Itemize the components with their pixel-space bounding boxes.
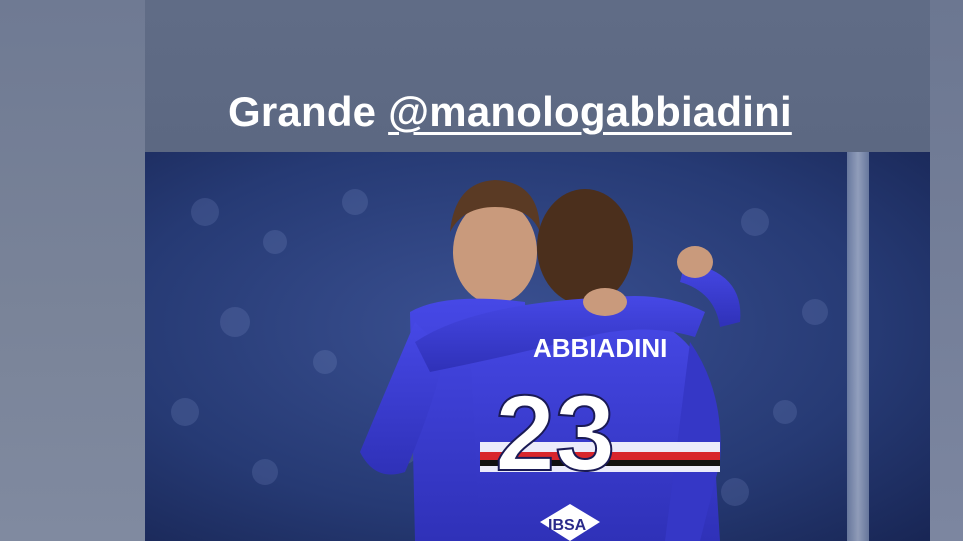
story-background-right: [930, 0, 963, 541]
jersey-name: ABBIADINI: [533, 333, 667, 363]
goal-post: [847, 152, 869, 541]
sponsor-label: IBSA: [548, 517, 587, 534]
instagram-story: Grande @manologabbiadini ABBIADINI 23 IB…: [0, 0, 963, 541]
caption-text: Grande: [228, 88, 389, 135]
story-caption: Grande @manologabbiadini: [228, 86, 792, 138]
story-photo: ABBIADINI 23 IBSA: [145, 152, 930, 541]
story-background-left: [0, 0, 145, 541]
players-photo-illustration: ABBIADINI 23 IBSA: [145, 152, 930, 541]
mention-link[interactable]: @manologabbiadini: [388, 88, 792, 135]
jersey-number: 23: [495, 372, 615, 493]
